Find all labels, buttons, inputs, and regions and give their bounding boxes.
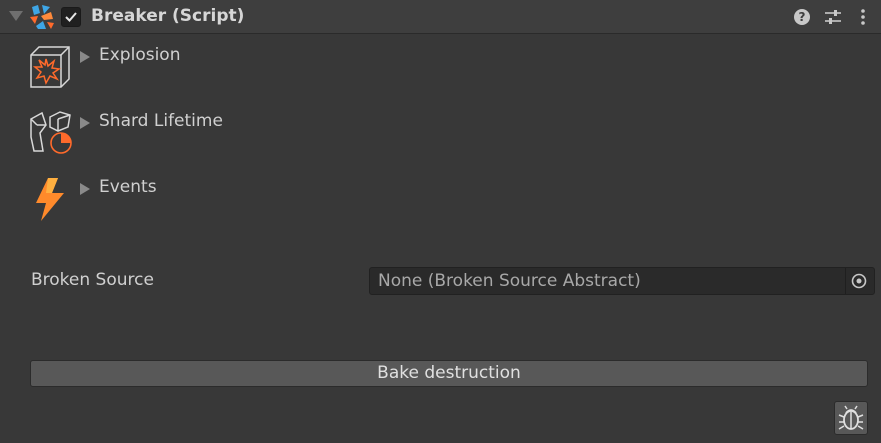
broken-source-label: Broken Source (31, 270, 154, 290)
component-title: Breaker (Script) (91, 6, 245, 26)
bug-icon (838, 405, 864, 430)
target-icon (851, 273, 867, 289)
checkmark-icon (65, 12, 77, 22)
shard-lifetime-icon (28, 111, 74, 157)
foldout-triangle-icon[interactable] (80, 51, 90, 63)
explosion-cube-icon (28, 45, 74, 91)
section-label[interactable]: Events (99, 177, 157, 197)
bake-destruction-button[interactable]: Bake destruction (30, 360, 868, 387)
lightning-bolt-icon (28, 177, 74, 223)
inspector-component: Breaker (Script) ? Explosion Shard Lifet… (0, 0, 881, 443)
object-picker-button[interactable] (845, 268, 874, 294)
preset-sliders-icon[interactable] (824, 8, 842, 26)
foldout-arrow-icon[interactable] (9, 11, 23, 21)
section-shard-lifetime[interactable]: Shard Lifetime (28, 111, 428, 167)
section-explosion[interactable]: Explosion (28, 45, 428, 101)
enable-checkbox[interactable] (61, 7, 81, 27)
component-header[interactable]: Breaker (Script) ? (0, 0, 881, 34)
foldout-triangle-icon[interactable] (80, 183, 90, 195)
section-label[interactable]: Explosion (99, 45, 180, 65)
section-events[interactable]: Events (28, 177, 428, 233)
help-icon[interactable]: ? (794, 9, 810, 25)
kebab-menu-icon[interactable] (854, 8, 872, 26)
section-label[interactable]: Shard Lifetime (99, 111, 223, 131)
debug-button[interactable] (834, 401, 868, 435)
broken-source-field[interactable]: None (Broken Source Abstract) (369, 267, 875, 295)
foldout-triangle-icon[interactable] (80, 117, 90, 129)
broken-source-value: None (Broken Source Abstract) (378, 271, 641, 291)
shatter-script-icon (29, 4, 55, 30)
